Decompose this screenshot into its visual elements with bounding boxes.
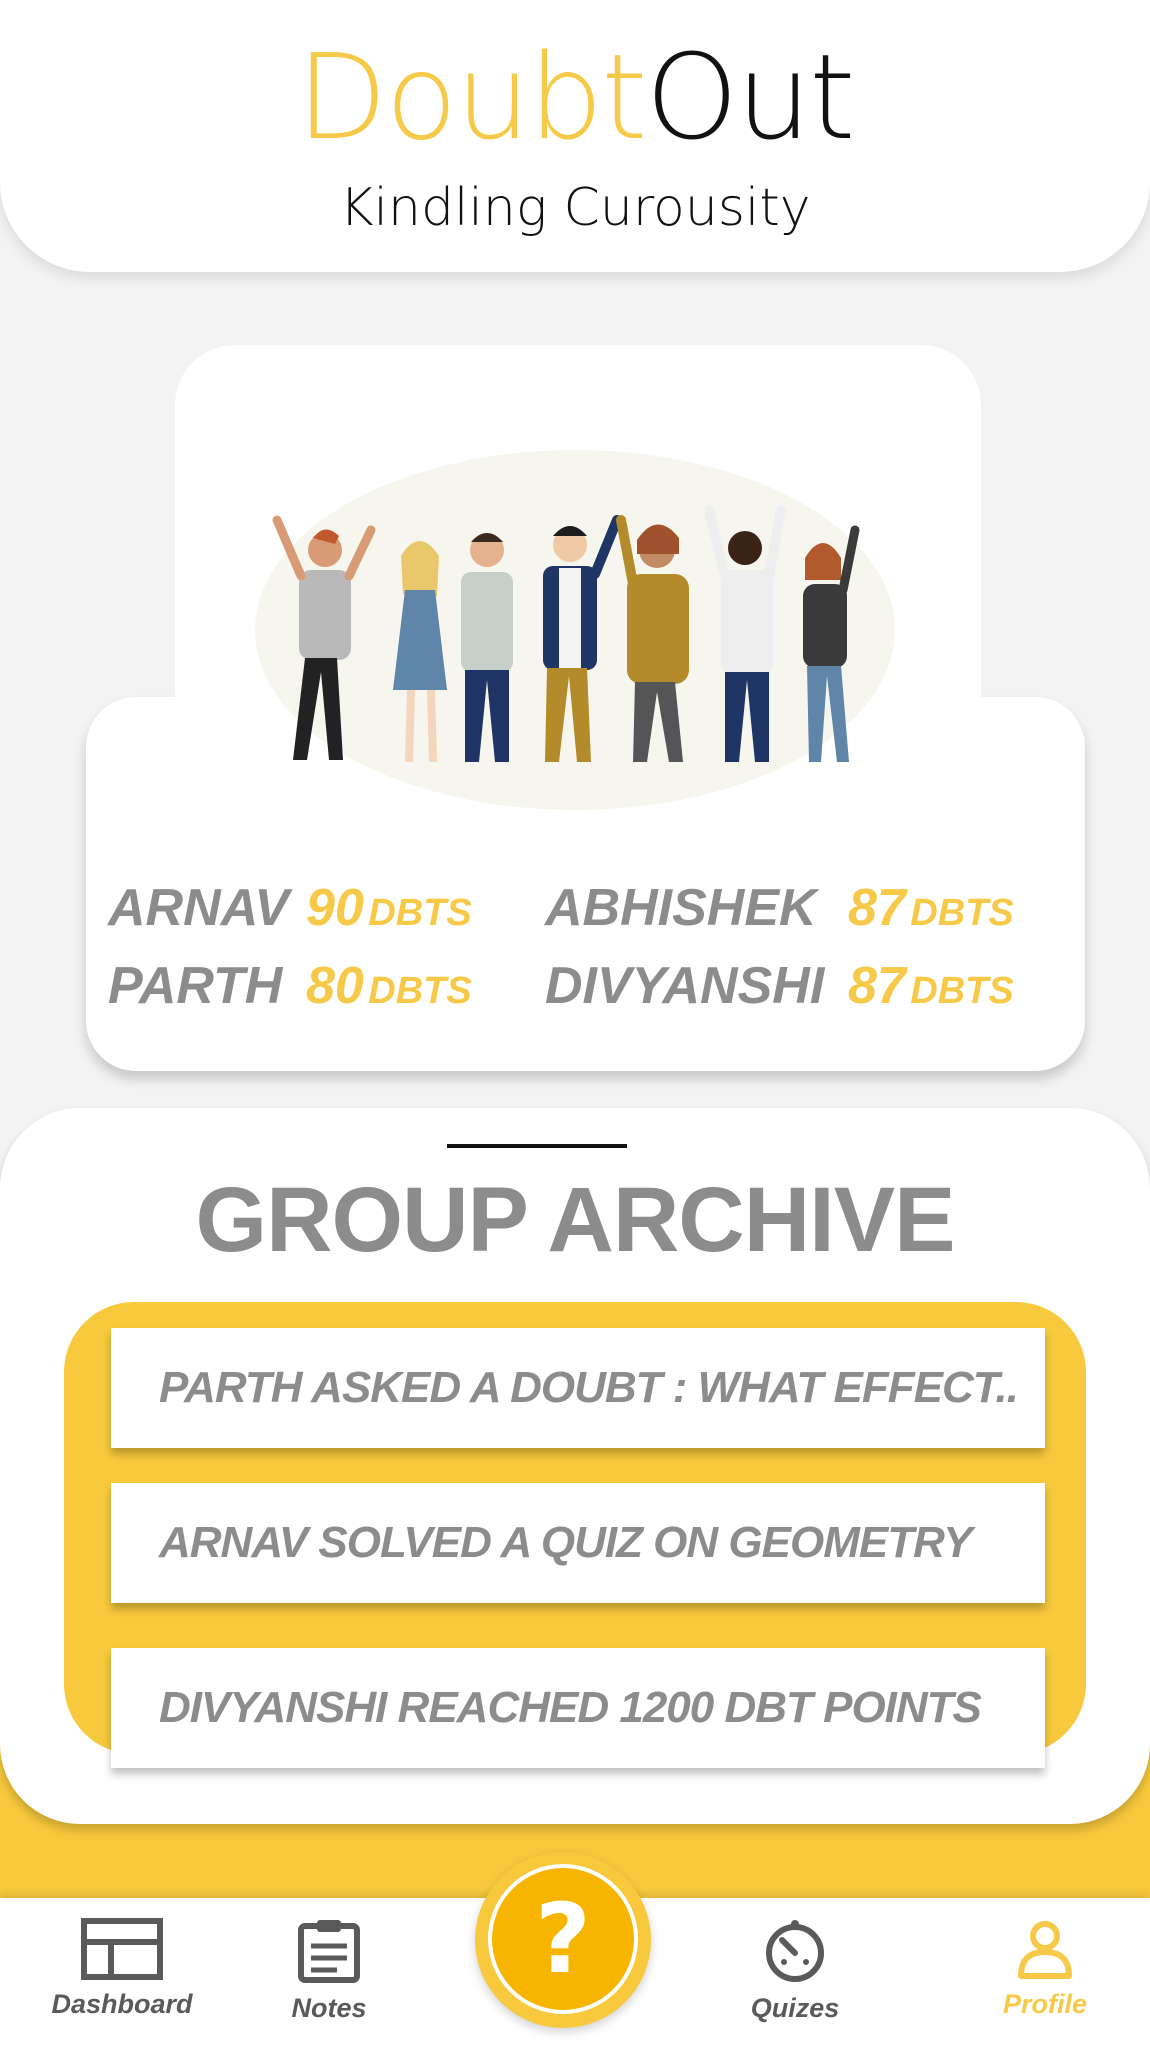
archive-item[interactable]: DIVYANSHI REACHED 1200 DBT POINTS xyxy=(111,1648,1045,1768)
nav-profile[interactable]: Profile xyxy=(990,1918,1100,2020)
score-unit: DBTS xyxy=(368,892,472,934)
group-illustration xyxy=(255,450,895,810)
leaderboard-name: ABHISHEK xyxy=(545,879,817,937)
clipboard-icon xyxy=(298,1920,360,1983)
leaderboard-name: DIVYANSHI xyxy=(545,957,825,1015)
leaderboard-name: ARNAV xyxy=(108,879,290,937)
archive-title: GROUP ARCHIVE xyxy=(195,1169,956,1271)
timer-icon xyxy=(766,1920,824,1982)
ask-doubt-button[interactable]: ? xyxy=(488,1864,638,2014)
nav-notes-label: Notes xyxy=(291,1993,367,2023)
nav-dashboard-label: Dashboard xyxy=(51,1989,193,2019)
nav-quizes[interactable]: Quizes xyxy=(740,1918,850,2024)
dashboard-icon xyxy=(81,1918,163,1980)
nav-quizes-label: Quizes xyxy=(750,1993,840,2023)
drag-handle[interactable] xyxy=(447,1144,627,1148)
app-header: DoubtOut Kindling Curousity xyxy=(0,0,1150,272)
leaderboard-score: 87 DBTS xyxy=(848,878,1014,938)
leaderboard-entry: ARNAV xyxy=(108,878,289,938)
score-unit: DBTS xyxy=(368,970,472,1012)
score-value: 87 xyxy=(848,957,906,1015)
nav-dashboard[interactable]: Dashboard xyxy=(46,1918,198,2020)
leaderboard-score: 90 DBTS xyxy=(306,878,472,938)
nav-profile-label: Profile xyxy=(1002,1989,1088,2019)
leaderboard-entry: DIVYANSHI xyxy=(545,956,824,1016)
nav-notes[interactable]: Notes xyxy=(270,1918,388,2024)
archive-item[interactable]: PARTH ASKED A DOUBT : WHAT EFFECT.. xyxy=(111,1328,1045,1448)
leaderboard-entry: PARTH xyxy=(108,956,282,1016)
leaderboard-entry: ABHISHEK xyxy=(545,878,817,938)
score-value: 90 xyxy=(306,879,364,937)
score-value: 80 xyxy=(306,957,364,1015)
logo-doubt: Doubt xyxy=(296,28,648,166)
app-logo: DoubtOut xyxy=(0,38,1150,156)
leaderboard-name: PARTH xyxy=(108,957,283,1015)
score-unit: DBTS xyxy=(910,970,1014,1012)
score-value: 87 xyxy=(848,879,906,937)
logo-out: Out xyxy=(645,28,856,166)
archive-item[interactable]: ARNAV SOLVED A QUIZ ON GEOMETRY xyxy=(111,1483,1045,1603)
leaderboard-score: 87 DBTS xyxy=(848,956,1014,1016)
leaderboard-score: 80 DBTS xyxy=(306,956,472,1016)
app-tagline: Kindling Curousity xyxy=(339,178,811,238)
person-icon xyxy=(1018,1921,1072,1979)
question-icon: ? xyxy=(535,1883,591,1995)
score-unit: DBTS xyxy=(910,892,1014,934)
